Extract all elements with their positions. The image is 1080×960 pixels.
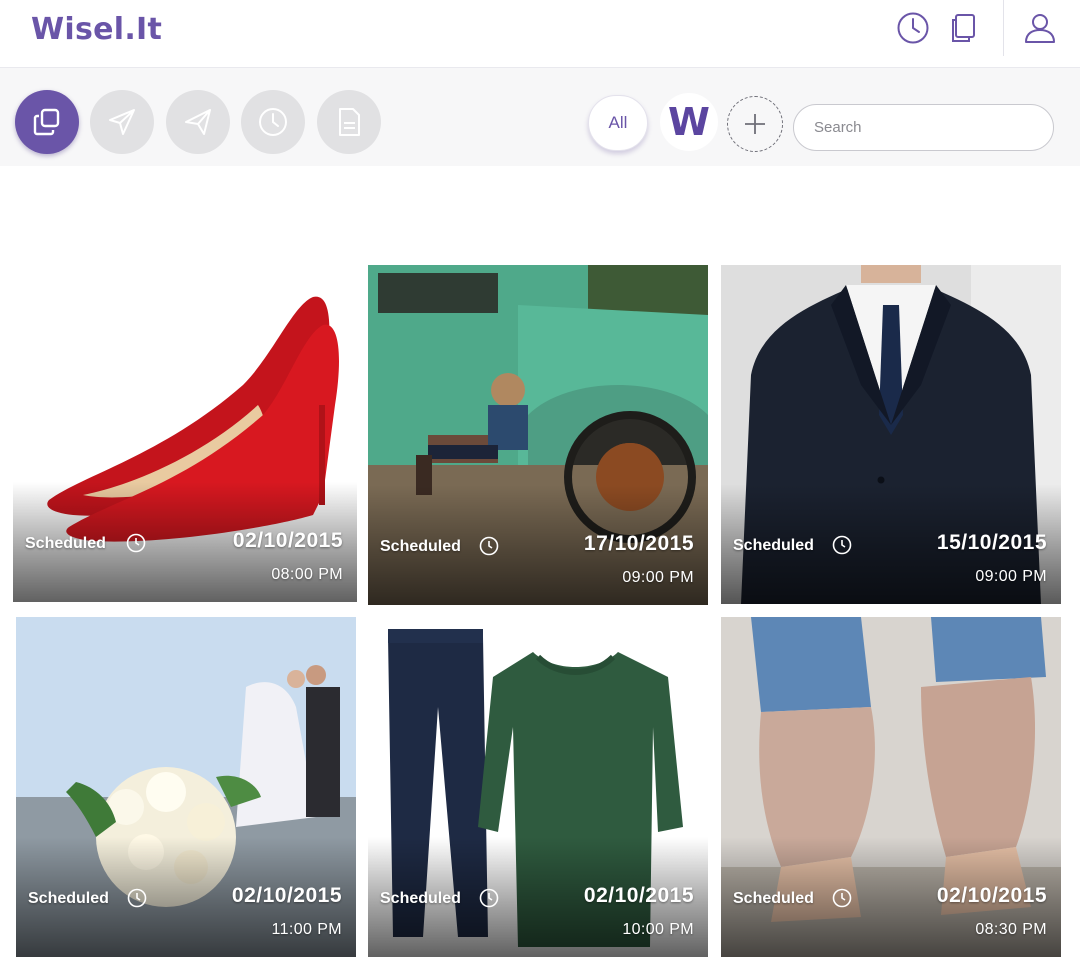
document-icon [339, 108, 360, 136]
scheduled-date: 02/10/2015 [231, 884, 342, 907]
scheduled-date: 02/10/2015 [583, 884, 694, 907]
header-divider [1003, 0, 1004, 56]
user-icon[interactable] [1022, 10, 1058, 46]
scheduled-time: 08:30 PM [975, 921, 1047, 938]
scheduled-time: 10:00 PM [622, 921, 694, 938]
reply-send-icon [185, 109, 211, 135]
post-card[interactable]: Scheduled 15/10/2015 09:00 PM [721, 265, 1061, 604]
scheduled-date: 17/10/2015 [583, 532, 694, 555]
app-logo[interactable]: Wisel.It [31, 12, 162, 47]
post-card[interactable]: Scheduled 02/10/2015 08:30 PM [721, 617, 1061, 957]
post-card[interactable]: Scheduled 17/10/2015 09:00 PM [368, 265, 708, 605]
clock-icon [127, 888, 147, 908]
post-card[interactable]: Scheduled 02/10/2015 08:00 PM [13, 265, 357, 602]
scheduled-date: 02/10/2015 [232, 529, 343, 552]
clock-icon [479, 536, 499, 556]
filter-toolbar: All W [0, 68, 1080, 166]
status-label: Scheduled [733, 537, 814, 554]
add-account-button[interactable] [727, 96, 783, 152]
copy-icon [33, 108, 60, 136]
scheduled-date: 15/10/2015 [936, 531, 1047, 554]
scheduled-time: 11:00 PM [271, 921, 342, 938]
sent-button[interactable] [166, 90, 230, 154]
status-label: Scheduled [25, 535, 106, 552]
clock-icon[interactable] [895, 10, 931, 46]
brand-account-avatar[interactable]: W [660, 93, 718, 151]
clock-icon [832, 888, 852, 908]
scheduled-time: 08:00 PM [271, 566, 343, 583]
clock-icon [126, 533, 146, 553]
status-label: Scheduled [380, 890, 461, 907]
copy-icon[interactable] [946, 10, 982, 46]
clock-icon [479, 888, 499, 908]
clock-icon [259, 108, 287, 136]
status-label: Scheduled [380, 538, 461, 555]
post-card[interactable]: Scheduled 02/10/2015 10:00 PM [368, 617, 708, 957]
scheduled-time: 09:00 PM [622, 569, 694, 586]
app-header: Wisel.It [0, 0, 1080, 68]
clock-icon [832, 535, 852, 555]
scheduled-time: 09:00 PM [975, 568, 1047, 585]
published-button[interactable] [90, 90, 154, 154]
filter-all-button[interactable]: All [588, 95, 648, 151]
drafts-button[interactable] [317, 90, 381, 154]
scheduled-button[interactable] [241, 90, 305, 154]
search-input[interactable] [793, 104, 1054, 151]
scheduled-date: 02/10/2015 [936, 884, 1047, 907]
status-label: Scheduled [28, 890, 109, 907]
send-icon [109, 109, 135, 135]
status-label: Scheduled [733, 890, 814, 907]
post-card[interactable]: Scheduled 02/10/2015 11:00 PM [16, 617, 356, 957]
plus-icon [745, 114, 765, 134]
all-posts-button[interactable] [15, 90, 79, 154]
